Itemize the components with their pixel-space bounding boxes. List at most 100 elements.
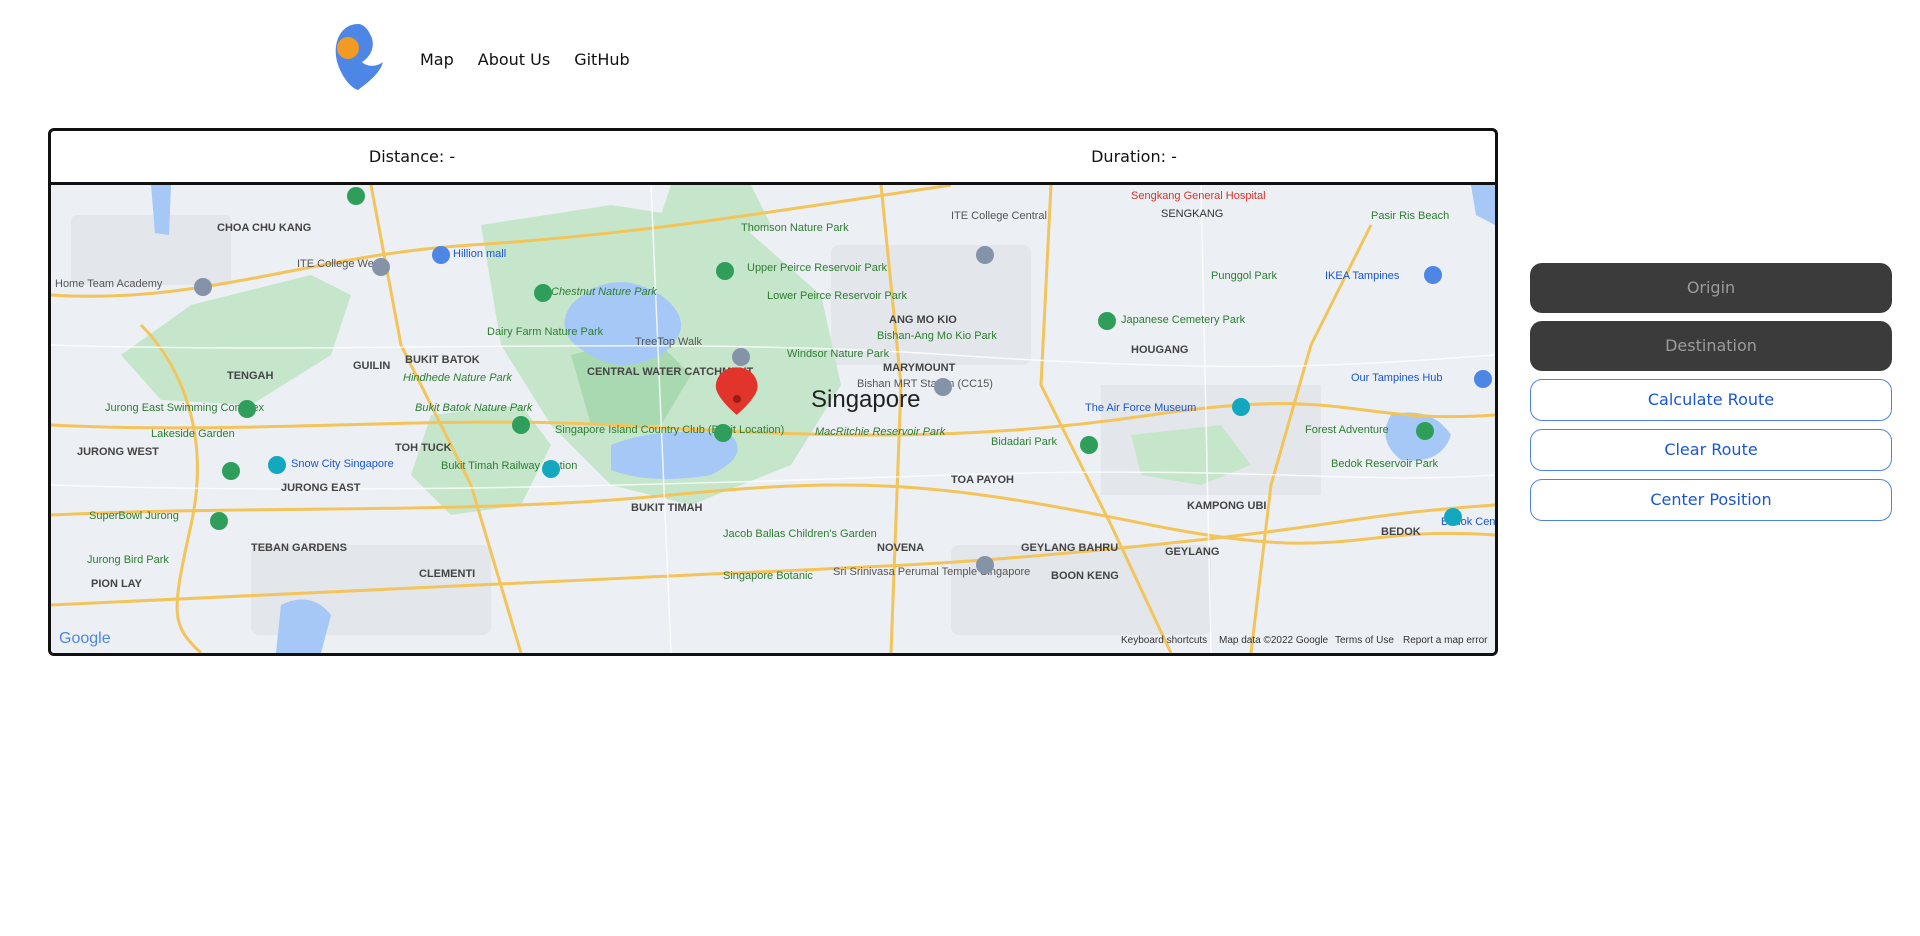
label-choa-chu-kang: CHOA CHU KANG	[217, 222, 311, 234]
label-jurong-east: JURONG EAST	[281, 482, 361, 494]
route-map-card: Distance: - Duration: - Sengkang General…	[48, 128, 1498, 656]
school-icon[interactable]	[976, 246, 994, 264]
map-city-label: Singapore	[811, 386, 920, 413]
duration-label: Duration:	[1091, 147, 1166, 166]
label-kampong-ubi: KAMPONG UBI	[1187, 500, 1266, 512]
label-sg-botanic: Singapore Botanic	[723, 570, 813, 582]
label-novena: NOVENA	[877, 542, 924, 554]
distance-value: -	[449, 147, 456, 166]
label-bidadari: Bidadari Park	[991, 436, 1058, 448]
label-our-tampines: Our Tampines Hub	[1351, 372, 1443, 384]
park-icon[interactable]	[210, 512, 228, 530]
route-stats-bar: Distance: - Duration: -	[51, 131, 1495, 185]
label-ite-central: ITE College Central	[951, 210, 1047, 222]
label-chestnut: Chestnut Nature Park	[551, 286, 657, 298]
label-japanese-cemetery: Japanese Cemetery Park	[1121, 314, 1246, 326]
label-hindhede: Hindhede Nature Park	[403, 372, 512, 384]
label-geylang-bahru: GEYLANG BAHRU	[1021, 542, 1118, 554]
label-sicc: Singapore Island Country Club (Bukit Loc…	[555, 424, 784, 436]
museum-icon[interactable]	[268, 456, 286, 474]
park-icon[interactable]	[534, 284, 552, 302]
label-clementi: CLEMENTI	[419, 568, 475, 580]
label-tengah: TENGAH	[227, 370, 274, 382]
label-guilin: GUILIN	[353, 360, 390, 372]
transit-icon[interactable]	[934, 378, 952, 396]
top-nav: Map About Us GitHub	[420, 50, 630, 69]
museum-icon[interactable]	[542, 460, 560, 478]
school-icon[interactable]	[194, 278, 212, 296]
park-icon[interactable]	[347, 187, 365, 205]
duration-value: -	[1171, 147, 1177, 166]
distance-label: Distance:	[368, 147, 445, 166]
label-ite-west: ITE College West	[297, 258, 382, 270]
label-thomson: Thomson Nature Park	[741, 222, 849, 234]
distance-stat: Distance: -	[51, 147, 773, 166]
label-jacob-ballas: Jacob Ballas Children's Garden	[723, 528, 877, 540]
keyboard-shortcuts-link[interactable]: Keyboard shortcuts	[1121, 635, 1207, 646]
label-marymount: MARYMOUNT	[883, 362, 956, 374]
label-air-force: The Air Force Museum	[1085, 402, 1196, 414]
label-windsor: Windsor Nature Park	[787, 348, 890, 360]
school-icon[interactable]	[372, 258, 390, 276]
shopping-icon[interactable]	[432, 246, 450, 264]
label-sengkang: SENGKANG	[1161, 208, 1223, 220]
label-punggol-park: Punggol Park	[1211, 270, 1278, 282]
label-bishan-amk: Bishan-Ang Mo Kio Park	[877, 330, 997, 342]
shopping-icon[interactable]	[1474, 370, 1492, 388]
park-icon[interactable]	[1098, 312, 1116, 330]
origin-button[interactable]: Origin	[1530, 263, 1892, 313]
nav-github-link[interactable]: GitHub	[574, 50, 629, 69]
label-hougang: HOUGANG	[1131, 344, 1188, 356]
brand-logo[interactable]	[328, 22, 388, 92]
label-ang-mo-kio: ANG MO KIO	[889, 314, 957, 326]
label-sengkang-hospital: Sengkang General Hospital	[1131, 190, 1266, 202]
hiking-icon[interactable]	[732, 348, 750, 366]
label-teban: TEBAN GARDENS	[251, 542, 347, 554]
label-boon-keng: BOON KENG	[1051, 570, 1119, 582]
label-bukit-batok: BUKIT BATOK	[405, 354, 480, 366]
label-toh-tuck: TOH TUCK	[395, 442, 452, 454]
museum-icon[interactable]	[1232, 398, 1250, 416]
label-bukit-timah: BUKIT TIMAH	[631, 502, 703, 514]
label-home-team: Home Team Academy	[55, 278, 163, 290]
temple-icon[interactable]	[976, 556, 994, 574]
map-canvas[interactable]: Sengkang General Hospital SENGKANG Thoms…	[51, 185, 1495, 653]
label-dairy-farm: Dairy Farm Nature Park	[487, 326, 604, 338]
park-icon[interactable]	[1080, 436, 1098, 454]
nav-about-link[interactable]: About Us	[478, 50, 550, 69]
label-bukit-batok-park: Bukit Batok Nature Park	[415, 402, 533, 414]
label-upper-peirce: Upper Peirce Reservoir Park	[747, 262, 887, 274]
route-controls-panel: Origin Destination Calculate Route Clear…	[1530, 263, 1892, 529]
park-icon[interactable]	[512, 416, 530, 434]
clear-route-button[interactable]: Clear Route	[1530, 429, 1892, 471]
park-icon[interactable]	[1416, 422, 1434, 440]
label-forest-adventure: Forest Adventure	[1305, 424, 1389, 436]
label-toa-payoh: TOA PAYOH	[951, 474, 1014, 486]
report-error-link[interactable]: Report a map error	[1403, 635, 1488, 646]
golf-icon[interactable]	[714, 424, 732, 442]
blue-pin-orange-dot-logo-icon	[335, 24, 383, 90]
label-bedok: BEDOK	[1381, 526, 1421, 538]
park-icon[interactable]	[716, 262, 734, 280]
shopping-icon[interactable]	[1424, 266, 1442, 284]
duration-stat: Duration: -	[773, 147, 1495, 166]
museum-icon[interactable]	[1444, 508, 1462, 526]
label-pasir-ris: Pasir Ris Beach	[1371, 210, 1449, 222]
label-srinivasa: Sri Srinivasa Perumal Temple Singapore	[833, 566, 1030, 578]
park-icon[interactable]	[222, 462, 240, 480]
label-ikea: IKEA Tampines	[1325, 270, 1400, 282]
label-geylang: GEYLANG	[1165, 546, 1219, 558]
google-logo: Google	[59, 630, 111, 647]
terms-link[interactable]: Terms of Use	[1335, 635, 1394, 646]
calculate-route-button[interactable]: Calculate Route	[1530, 379, 1892, 421]
destination-button[interactable]: Destination	[1530, 321, 1892, 371]
label-macritchie: MacRitchie Reservoir Park	[815, 426, 946, 438]
map-data-text: Map data ©2022 Google	[1219, 635, 1329, 646]
label-lakeside: Lakeside Garden	[151, 428, 235, 440]
label-pion-lay: PION LAY	[91, 578, 143, 590]
nav-map-link[interactable]: Map	[420, 50, 454, 69]
label-treetop: TreeTop Walk	[635, 336, 703, 348]
park-icon[interactable]	[238, 400, 256, 418]
center-position-button[interactable]: Center Position	[1530, 479, 1892, 521]
label-jurong-west: JURONG WEST	[77, 446, 159, 458]
